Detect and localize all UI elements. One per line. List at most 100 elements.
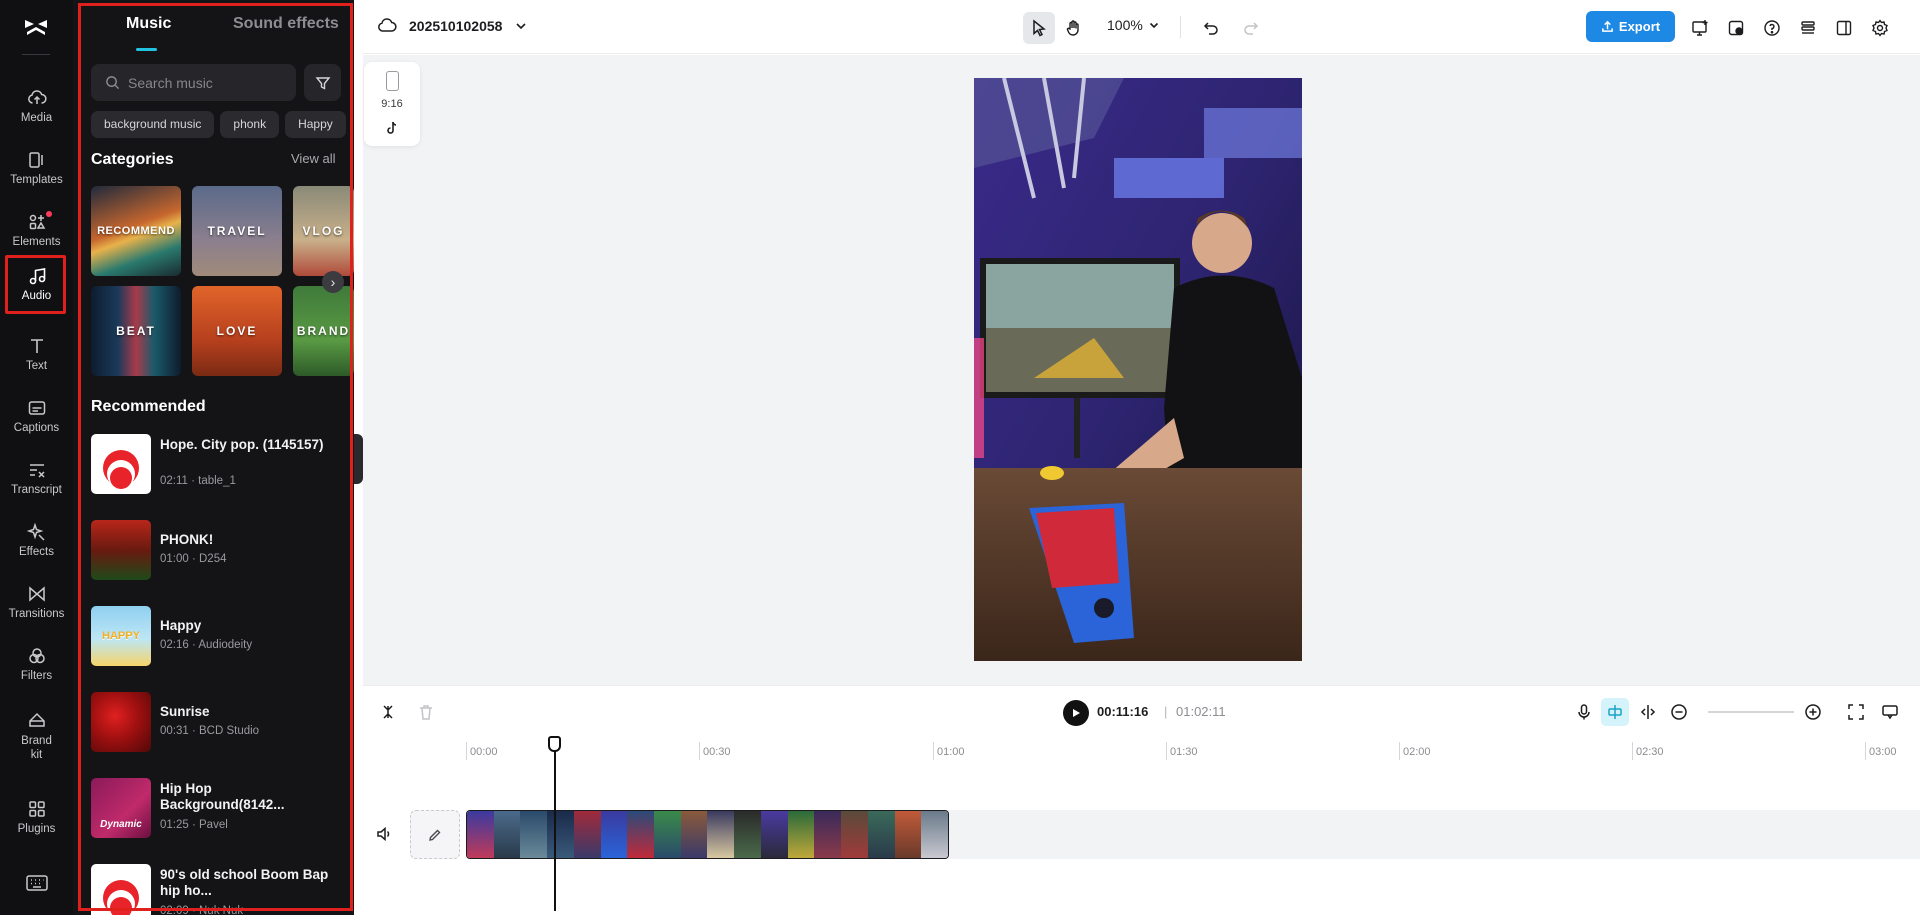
panel-collapse-handle[interactable] bbox=[354, 434, 363, 484]
playhead-handle[interactable] bbox=[548, 736, 561, 752]
rail-label: Brand kit bbox=[21, 735, 52, 761]
total-duration: 01:02:11 bbox=[1176, 704, 1226, 719]
rail-divider bbox=[22, 54, 50, 55]
category-brand[interactable]: BRAND bbox=[293, 286, 354, 376]
category-recommend[interactable]: RECOMMEND bbox=[91, 186, 181, 276]
track-item[interactable]: 90's old school Boom Bap hip ho... 02:09… bbox=[91, 864, 341, 915]
toolbar-divider bbox=[1180, 16, 1181, 38]
export-button[interactable]: Export bbox=[1586, 11, 1675, 42]
rail-item-transcript[interactable]: Transcript bbox=[0, 447, 73, 509]
tiktok-icon bbox=[387, 121, 397, 134]
track-item[interactable]: Dynamic Hip Hop Background(8142... 01:25… bbox=[91, 778, 341, 840]
layers-button[interactable] bbox=[1792, 12, 1824, 44]
zoom-out-button[interactable] bbox=[1668, 701, 1690, 723]
track-title: Sunrise bbox=[160, 704, 210, 719]
zoom-value: 100% bbox=[1107, 17, 1143, 33]
play-button[interactable] bbox=[1063, 700, 1089, 726]
select-tool-button[interactable] bbox=[1023, 12, 1055, 44]
recommended-title: Recommended bbox=[91, 398, 206, 415]
auto-snap-button[interactable] bbox=[1601, 698, 1629, 726]
layout-button[interactable] bbox=[1828, 12, 1860, 44]
tab-sound-effects[interactable]: Sound effects bbox=[233, 15, 339, 33]
rail-item-plugins[interactable]: Plugins bbox=[0, 786, 73, 848]
filter-icon bbox=[315, 76, 330, 90]
redo-button[interactable] bbox=[1235, 12, 1267, 44]
timeline-view-button[interactable] bbox=[1879, 701, 1901, 723]
keyboard-shortcuts-icon[interactable] bbox=[26, 874, 48, 892]
hand-icon bbox=[1066, 20, 1079, 36]
video-preview[interactable] bbox=[974, 78, 1302, 661]
track-item[interactable]: Hope. City pop. (1145157) 02:11 · table_… bbox=[91, 434, 341, 496]
settings-button[interactable] bbox=[1864, 12, 1896, 44]
track-item[interactable]: HAPPY Happy 02:16 · Audiodeity bbox=[91, 606, 341, 668]
left-nav-rail: Media Templates Elements Audio Text Capt… bbox=[0, 0, 73, 915]
thumbnail-text: HAPPY bbox=[102, 630, 140, 642]
rail-item-text[interactable]: Text bbox=[0, 323, 73, 385]
play-icon bbox=[1073, 709, 1080, 717]
trash-icon bbox=[420, 705, 432, 720]
zoom-out-icon bbox=[1671, 704, 1687, 720]
magnet-snap-icon bbox=[1608, 705, 1622, 719]
rail-item-brand-kit[interactable]: Brand kit bbox=[0, 700, 73, 772]
publish-icon bbox=[1728, 20, 1744, 36]
timeline-ruler[interactable] bbox=[363, 734, 1920, 764]
rail-item-elements[interactable]: Elements bbox=[0, 199, 73, 261]
rail-item-transitions[interactable]: Transitions bbox=[0, 571, 73, 633]
search-box[interactable] bbox=[91, 64, 296, 101]
category-travel[interactable]: TRAVEL bbox=[192, 186, 282, 276]
record-voice-button[interactable] bbox=[1573, 701, 1595, 723]
track-item[interactable]: Sunrise 00:31 · BCD Studio bbox=[91, 692, 341, 754]
track-item[interactable]: PHONK! 01:00 · D254 bbox=[91, 520, 341, 582]
chip-happy[interactable]: Happy bbox=[285, 111, 346, 138]
search-input[interactable] bbox=[128, 74, 278, 91]
category-beat[interactable]: BEAT bbox=[91, 286, 181, 376]
ruler-tick bbox=[699, 742, 700, 760]
rail-label: Templates bbox=[10, 174, 63, 186]
publish-button[interactable] bbox=[1720, 12, 1752, 44]
ruler-tick bbox=[933, 742, 934, 760]
fit-timeline-button[interactable] bbox=[1845, 701, 1867, 723]
plugins-icon bbox=[28, 801, 45, 817]
chevron-down-icon bbox=[516, 23, 527, 30]
ruler-label: 00:00 bbox=[470, 746, 498, 758]
audio-tabs: Music Sound effects bbox=[73, 0, 354, 52]
rail-label: Elements bbox=[12, 236, 61, 248]
timeline-zoom-slider[interactable] bbox=[1708, 711, 1794, 713]
link-tracks-button[interactable] bbox=[1637, 701, 1659, 723]
filter-button[interactable] bbox=[304, 64, 341, 101]
rail-item-media[interactable]: Media bbox=[0, 75, 73, 137]
rail-item-audio[interactable]: Audio bbox=[0, 253, 73, 315]
track-meta: 01:25 · Pavel bbox=[160, 819, 228, 831]
help-button[interactable] bbox=[1756, 12, 1788, 44]
rail-item-templates[interactable]: Templates bbox=[0, 137, 73, 199]
category-love[interactable]: LOVE bbox=[192, 286, 282, 376]
category-vlog[interactable]: VLOG bbox=[293, 186, 354, 276]
delete-button[interactable] bbox=[415, 701, 437, 723]
rail-item-effects[interactable]: Effects bbox=[0, 509, 73, 571]
view-all-link[interactable]: View all bbox=[291, 151, 336, 166]
brand-kit-icon bbox=[28, 712, 45, 727]
tab-music[interactable]: Music bbox=[126, 15, 171, 33]
zoom-in-button[interactable] bbox=[1802, 701, 1824, 723]
undo-button[interactable] bbox=[1195, 12, 1227, 44]
zoom-dropdown[interactable]: 100% bbox=[1107, 17, 1160, 33]
upload-icon bbox=[1602, 20, 1613, 32]
track-mute-button[interactable] bbox=[373, 823, 395, 845]
rail-item-captions[interactable]: Captions bbox=[0, 385, 73, 447]
split-tool-button[interactable] bbox=[377, 701, 399, 723]
chip-phonk[interactable]: phonk bbox=[220, 111, 280, 138]
capcut-logo-icon[interactable] bbox=[21, 12, 51, 42]
edit-cover-button[interactable] bbox=[410, 810, 460, 859]
chip-background-music[interactable]: background music bbox=[91, 111, 215, 138]
music-note-icon bbox=[29, 268, 45, 285]
chevron-right-icon[interactable]: › bbox=[322, 271, 344, 293]
aspect-ratio-card[interactable]: 9:16 bbox=[364, 62, 420, 146]
playhead[interactable] bbox=[554, 736, 556, 911]
video-clip[interactable] bbox=[466, 810, 949, 859]
present-button[interactable] bbox=[1684, 12, 1716, 44]
project-title[interactable]: 202510102058 bbox=[377, 16, 528, 36]
notification-dot bbox=[46, 211, 52, 217]
hand-tool-button[interactable] bbox=[1058, 12, 1090, 44]
rail-item-filters[interactable]: Filters bbox=[0, 633, 73, 695]
ruler-label: 03:00 bbox=[1869, 746, 1897, 758]
